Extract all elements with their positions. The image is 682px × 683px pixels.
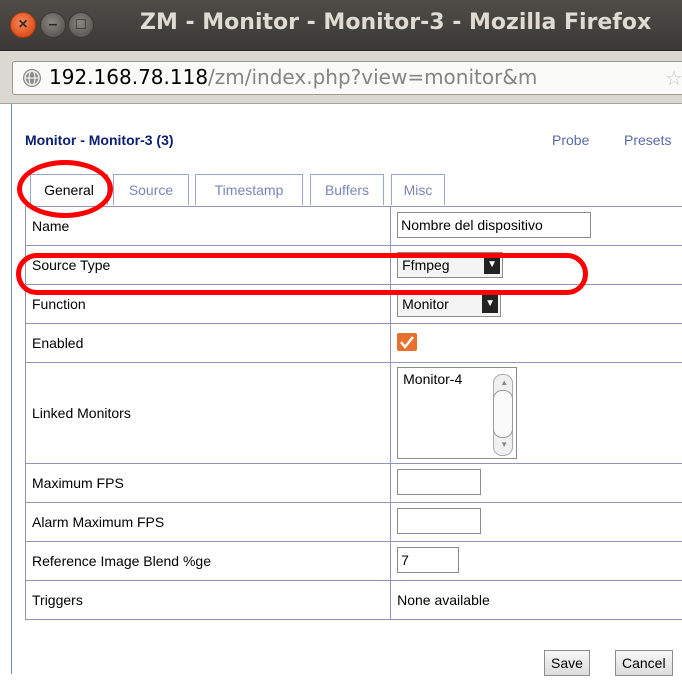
max-fps-cell	[390, 463, 682, 503]
window-close-button[interactable]: ×	[10, 12, 36, 38]
tab-buffers[interactable]: Buffers	[310, 174, 384, 205]
linked-monitor-option[interactable]: Monitor-4	[403, 371, 462, 387]
page-title: Monitor - Monitor-3 (3)	[25, 132, 174, 148]
page-left-border	[11, 104, 12, 674]
linked-monitors-cell: Monitor-4 ▲ ▼	[390, 362, 682, 464]
table-row: Alarm Maximum FPS	[24, 502, 682, 542]
triggers-value: None available	[390, 580, 682, 620]
close-icon: ×	[18, 16, 28, 33]
annotation-highlight-source-type	[16, 253, 588, 295]
linked-monitors-label: Linked Monitors	[24, 362, 392, 464]
ref-blend-label: Reference Image Blend %ge	[24, 541, 392, 581]
bookmark-star-icon[interactable]: ☆	[665, 66, 682, 91]
probe-link[interactable]: Probe	[552, 132, 589, 148]
ref-blend-cell: 7	[390, 541, 682, 581]
window-title: ZM - Monitor - Monitor-3 - Mozilla Firef…	[140, 10, 652, 35]
maximize-icon: □	[76, 16, 86, 33]
tab-misc[interactable]: Misc	[391, 174, 445, 205]
cancel-button[interactable]: Cancel	[615, 650, 673, 676]
max-fps-label: Maximum FPS	[24, 463, 392, 503]
tab-timestamp[interactable]: Timestamp	[195, 174, 303, 205]
triggers-label: Triggers	[24, 580, 392, 620]
chevron-down-icon: ▼	[482, 295, 499, 313]
alarm-max-fps-cell	[390, 502, 682, 542]
table-row: Name Nombre del dispositivo	[24, 206, 682, 246]
name-cell: Nombre del dispositivo	[390, 206, 682, 246]
presets-link[interactable]: Presets	[624, 132, 671, 148]
enabled-checkbox[interactable]	[397, 332, 418, 351]
annotation-circle-general-tab	[17, 160, 113, 218]
table-row: Triggers None available	[24, 580, 682, 620]
window-titlebar: × – □ ZM - Monitor - Monitor-3 - Mozilla…	[0, 0, 682, 51]
scroll-up-icon[interactable]: ▲	[500, 378, 508, 387]
minimize-icon: –	[48, 16, 58, 33]
function-value: Monitor	[402, 296, 449, 312]
table-row: Enabled	[24, 323, 682, 363]
save-button[interactable]: Save	[544, 650, 590, 676]
table-row: Reference Image Blend %ge 7	[24, 541, 682, 581]
enabled-cell	[390, 323, 682, 363]
window-minimize-button[interactable]: –	[40, 12, 66, 38]
url-path: /zm/index.php?view=monitor&m	[208, 65, 538, 89]
navigation-bar: 192.168.78.118/zm/index.php?view=monitor…	[0, 51, 682, 104]
url-bar[interactable]: 192.168.78.118/zm/index.php?view=monitor…	[12, 61, 682, 95]
scroll-down-icon[interactable]: ▼	[500, 440, 508, 449]
alarm-max-fps-input[interactable]	[397, 507, 482, 534]
name-input[interactable]: Nombre del dispositivo	[397, 211, 592, 238]
globe-icon	[23, 69, 41, 87]
url-host: 192.168.78.118	[49, 65, 209, 89]
alarm-max-fps-label: Alarm Maximum FPS	[24, 502, 392, 542]
max-fps-input[interactable]	[397, 468, 482, 495]
ref-blend-input[interactable]: 7	[397, 546, 460, 573]
listbox-scroll-thumb[interactable]	[493, 390, 514, 438]
tab-source[interactable]: Source	[113, 174, 189, 205]
table-row: Linked Monitors Monitor-4 ▲ ▼	[24, 362, 682, 464]
table-row: Maximum FPS	[24, 463, 682, 503]
enabled-label: Enabled	[24, 323, 392, 363]
window-maximize-button[interactable]: □	[68, 12, 94, 38]
url-text: 192.168.78.118/zm/index.php?view=monitor…	[49, 65, 537, 89]
linked-monitors-listbox[interactable]: Monitor-4 ▲ ▼	[397, 367, 518, 459]
